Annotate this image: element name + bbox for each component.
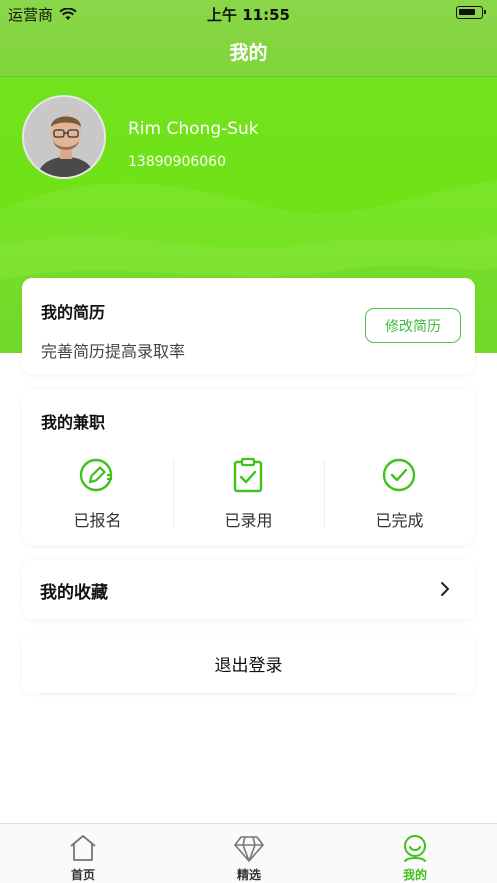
- check-circle-icon: [382, 458, 416, 492]
- logout-button[interactable]: 退出登录: [22, 633, 475, 693]
- tab-mine[interactable]: 我的: [332, 824, 497, 883]
- profile-face-icon: [404, 835, 426, 862]
- battery-icon: [456, 6, 486, 19]
- job-status-completed[interactable]: 已完成: [324, 457, 475, 530]
- clipboard-check-icon: [233, 457, 263, 493]
- resume-card-title: 我的简历: [41, 303, 106, 322]
- chevron-right-icon: [441, 582, 449, 596]
- edit-resume-button[interactable]: 修改简历: [365, 308, 461, 343]
- status-time: 上午 11:55: [207, 6, 290, 24]
- user-name: Rim Chong-Suk: [128, 119, 259, 139]
- favorites-label: 我的收藏: [40, 583, 108, 603]
- job-status-label: 已报名: [73, 511, 122, 530]
- tab-featured[interactable]: 精选: [166, 824, 332, 883]
- favorites-row[interactable]: 我的收藏: [22, 559, 475, 619]
- avatar-photo-icon: [24, 97, 104, 177]
- tab-label: 我的: [402, 868, 427, 882]
- page-title: 我的: [229, 42, 268, 64]
- tab-label: 精选: [236, 868, 261, 882]
- resume-card-subtitle: 完善简历提高录取率: [41, 342, 186, 361]
- job-status-signed-up[interactable]: 已报名: [22, 457, 173, 530]
- resume-card[interactable]: 我的简历 完善简历提高录取率 修改简历: [22, 278, 475, 374]
- diamond-icon: [234, 836, 264, 862]
- job-status-label: 已完成: [375, 511, 424, 530]
- tab-label: 首页: [70, 868, 95, 882]
- job-status-label: 已录用: [224, 511, 273, 530]
- bottom-tab-bar: 首页 精选 我的: [0, 823, 497, 883]
- tab-home[interactable]: 首页: [0, 824, 166, 883]
- job-status-hired[interactable]: 已录用: [173, 457, 324, 530]
- part-time-jobs-card: 我的兼职 已报名 已录用 已完成: [22, 389, 475, 545]
- home-icon: [70, 835, 96, 861]
- jobs-card-title: 我的兼职: [41, 413, 106, 432]
- status-bar: 运营商 上午 11:55: [0, 0, 497, 26]
- user-phone: 13890906060: [128, 154, 226, 170]
- sign-up-pencil-icon: [79, 458, 113, 492]
- avatar[interactable]: [22, 95, 106, 179]
- nav-divider: [0, 76, 497, 77]
